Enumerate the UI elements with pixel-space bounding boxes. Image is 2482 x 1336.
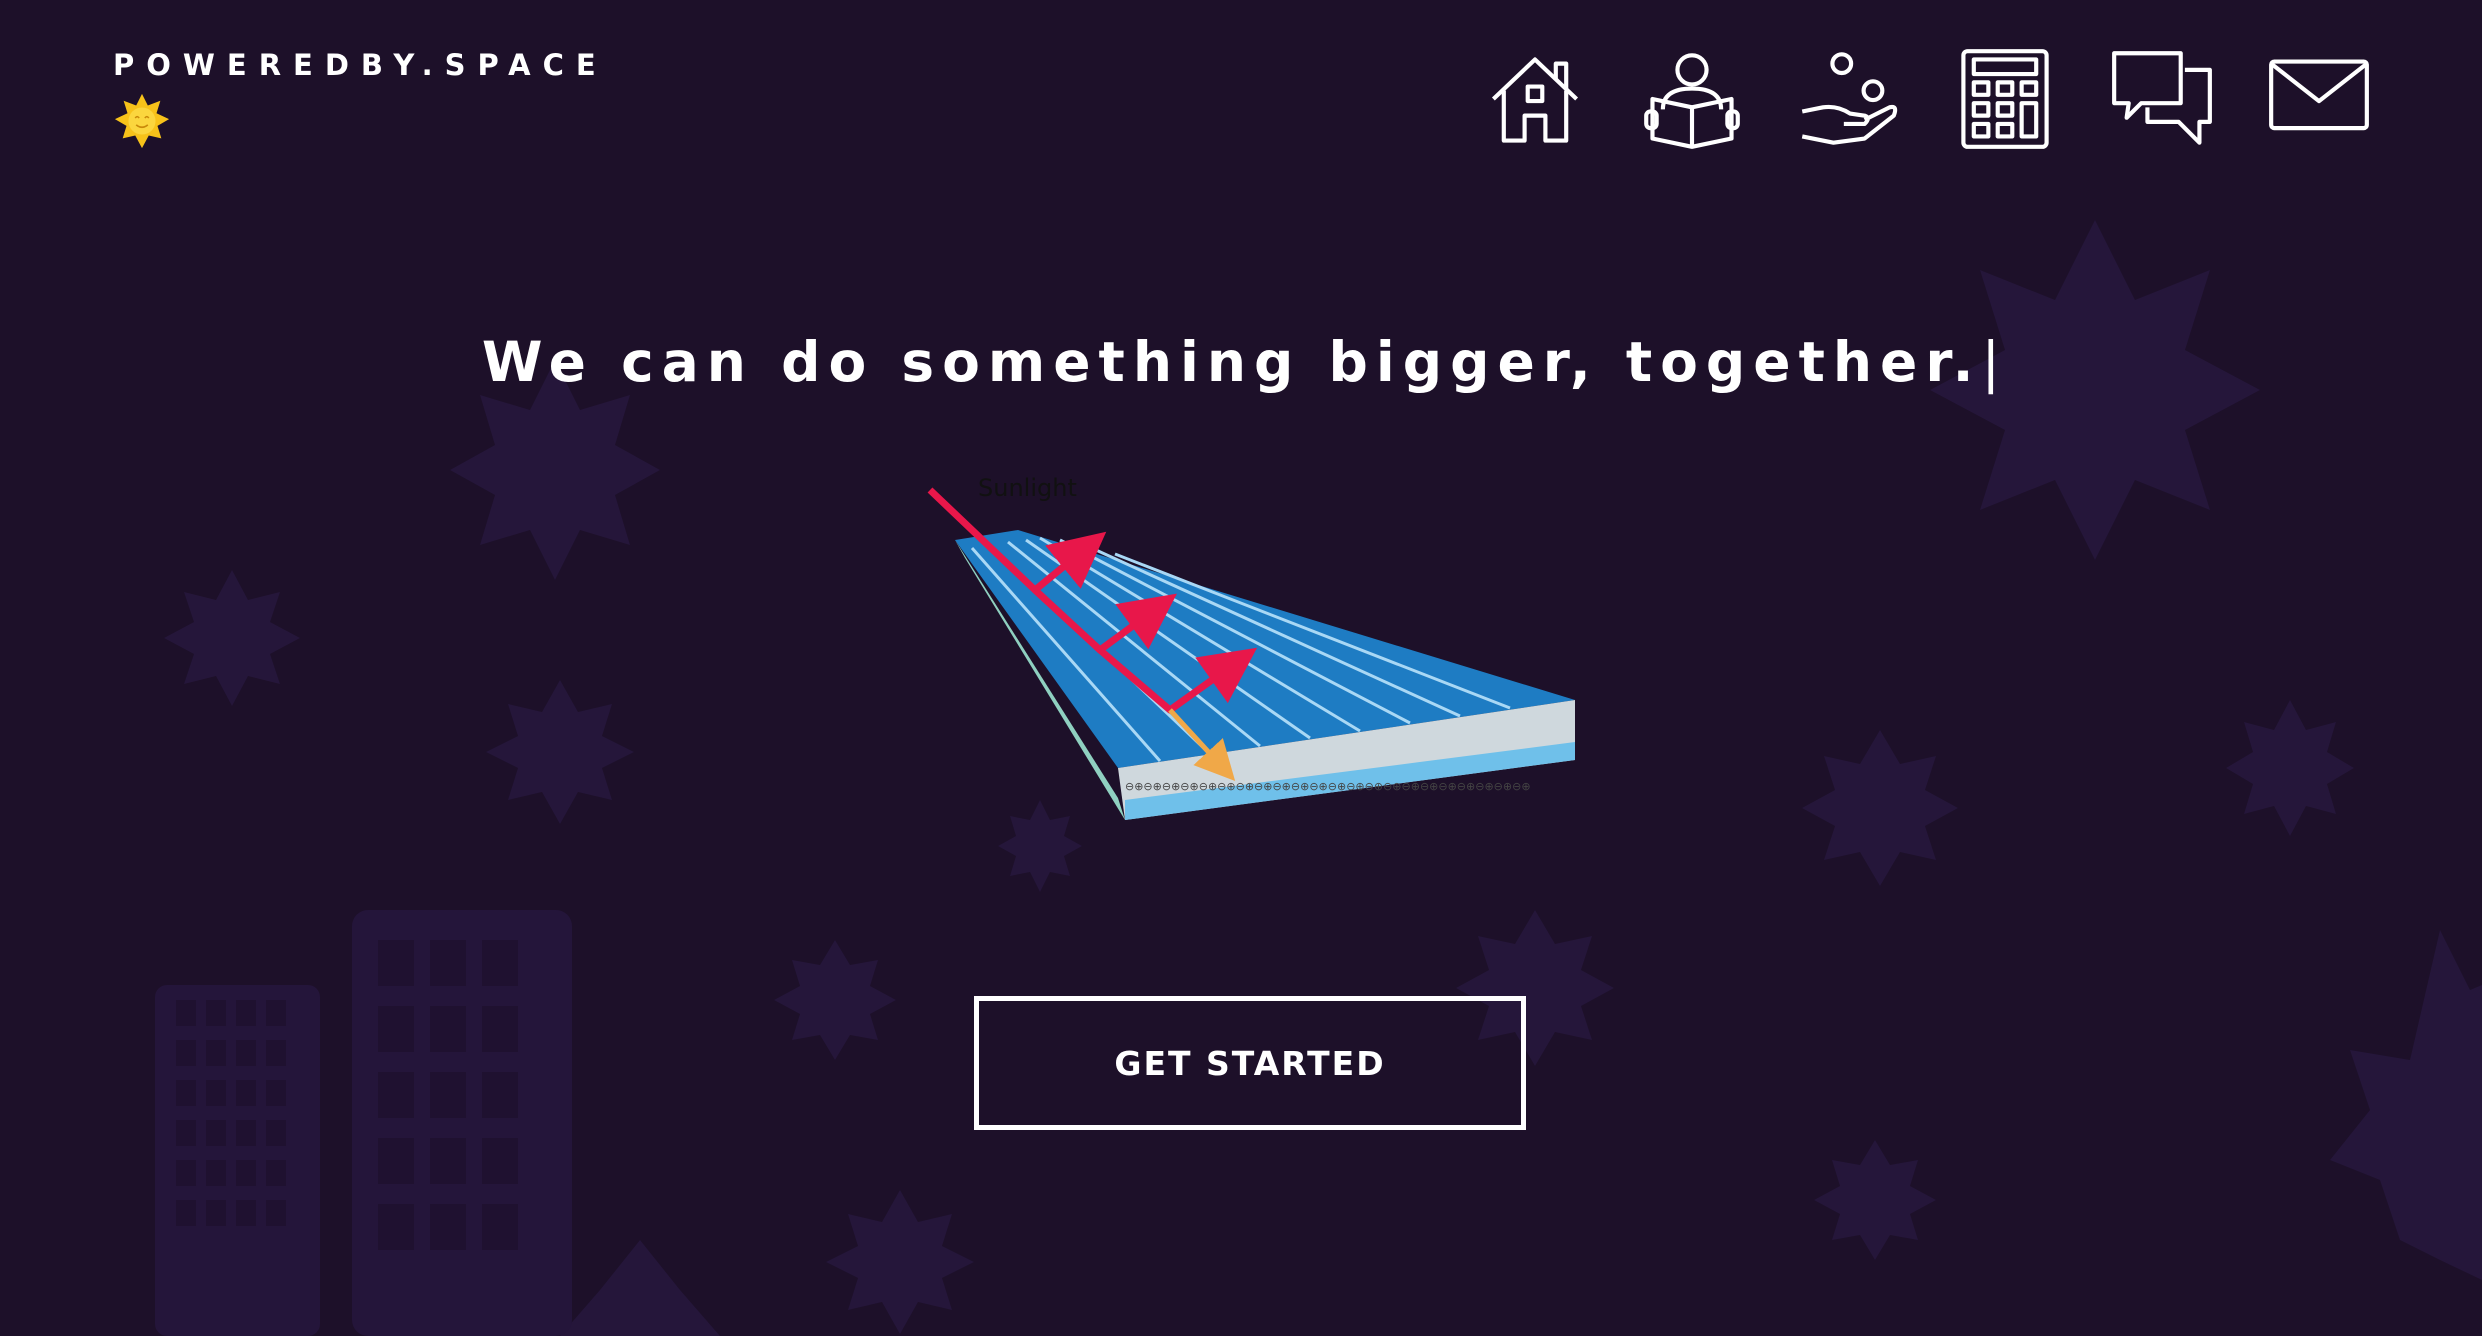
get-started-button[interactable]: GET STARTED <box>974 996 1526 1130</box>
sun-icon <box>114 93 170 149</box>
chat-bubbles-icon <box>2112 51 2212 145</box>
hero-headline: We can do something bigger, together.| <box>0 330 2482 394</box>
solar-cell-illustration: ⊖⊕⊖⊕⊖⊕⊖⊕⊖⊕⊖⊕⊖⊕⊖⊕⊖⊕⊖⊕⊖⊕⊖⊕⊖⊕⊖⊕⊖⊕⊖⊕⊖⊕⊖⊕⊖⊕⊖⊕… <box>927 474 1575 820</box>
sunlight-label: Sunlight <box>978 474 1077 502</box>
brand[interactable]: POWEREDBY.SPACE <box>113 48 608 149</box>
mail-icon <box>2269 59 2369 131</box>
reader-icon <box>1644 53 1740 149</box>
brand-name: POWEREDBY.SPACE <box>113 48 608 82</box>
nav-give[interactable] <box>1793 44 1903 154</box>
nav-mail[interactable] <box>2264 44 2374 154</box>
calculator-icon <box>1961 49 2049 149</box>
svg-text:⊖⊕⊖⊕⊖⊕⊖⊕⊖⊕⊖⊕⊖⊕⊖⊕⊖⊕⊖⊕⊖⊕⊖⊕⊖⊕⊖⊕⊖⊕: ⊖⊕⊖⊕⊖⊕⊖⊕⊖⊕⊖⊕⊖⊕⊖⊕⊖⊕⊖⊕⊖⊕⊖⊕⊖⊕⊖⊕⊖⊕⊖⊕⊖⊕⊖⊕⊖⊕⊖⊕… <box>1125 780 1531 793</box>
hero-headline-text: We can do something bigger, together. <box>481 330 1982 394</box>
nav-home[interactable] <box>1480 44 1590 154</box>
hand-offer-icon <box>1801 52 1898 145</box>
nav-learn[interactable] <box>1637 44 1747 154</box>
home-icon <box>1491 57 1579 143</box>
typing-caret: | <box>1981 330 2001 394</box>
nav-chat[interactable] <box>2107 44 2217 154</box>
nav-calculator[interactable] <box>1950 44 2060 154</box>
top-nav <box>1480 44 2376 154</box>
